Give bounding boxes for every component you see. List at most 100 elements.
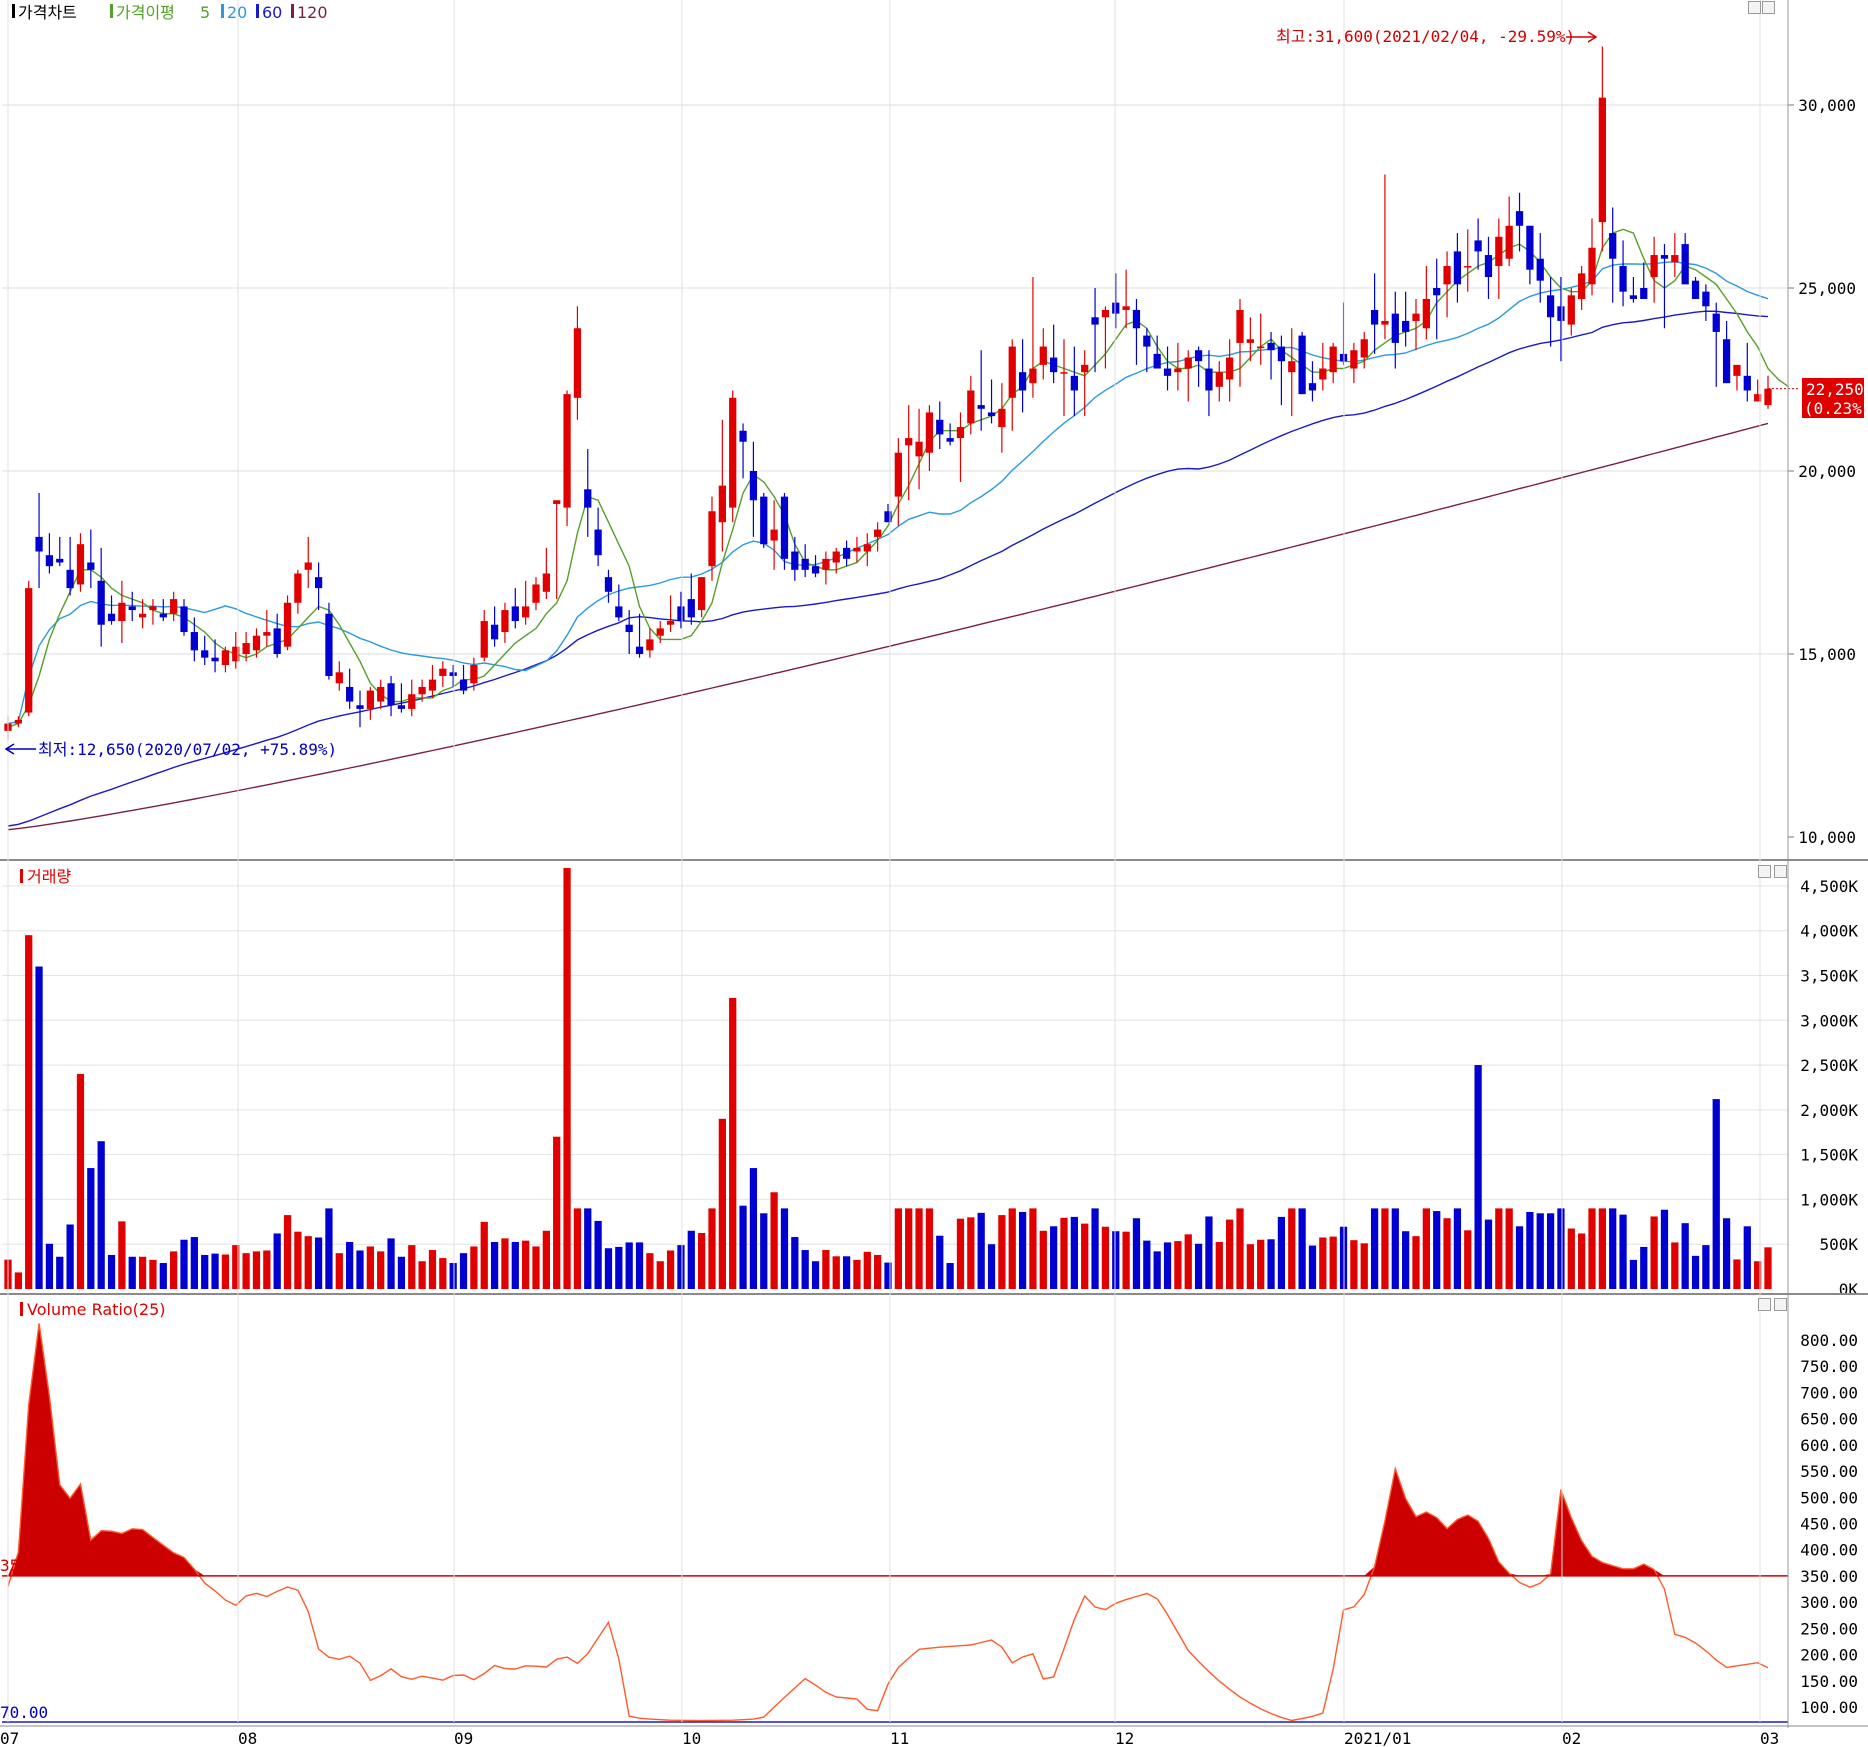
ma60-label[interactable]: 60 (262, 3, 282, 22)
volume-bar (1153, 1251, 1161, 1289)
candle-body (273, 628, 281, 654)
price-axis-tick-label: 20,000 (1798, 462, 1856, 481)
volume-pane-close-button[interactable] (1774, 865, 1787, 878)
volume-bar (128, 1256, 136, 1289)
candle-body (894, 452, 902, 497)
candle-body (1360, 339, 1368, 358)
candle-body (1215, 372, 1223, 387)
ma120-label[interactable]: 120 (297, 3, 328, 22)
ma60-marker (256, 4, 259, 18)
volume-bar (1764, 1247, 1772, 1289)
volume-bar (1018, 1211, 1027, 1289)
candle-body (1536, 258, 1544, 281)
candle-body (1598, 97, 1606, 223)
volume-bar (863, 1251, 871, 1289)
x-axis-tick-label: 12 (1115, 1729, 1134, 1747)
candle-body (149, 606, 157, 611)
volume-bar (1733, 1259, 1741, 1289)
price-axis-tick-label: 30,000 (1798, 96, 1856, 115)
candle-body (1412, 313, 1420, 321)
candle-body (542, 573, 550, 592)
volume-title[interactable]: 거래량 (27, 867, 71, 886)
candle-body (138, 613, 147, 618)
volume-pane: 4,500K 4,000K 3,500K 3,000K 2,500K 2,000K 1,50… (2, 868, 1858, 1299)
volume-bar (1702, 1245, 1710, 1289)
stock-chart: 30,000 25,000 20,000 15,000 10,000 4,500K 4,0… (0, 0, 1868, 1747)
candle-body (1081, 364, 1089, 373)
volume-bar (1329, 1236, 1337, 1289)
volume-bar (925, 1208, 934, 1289)
candle-body (770, 529, 778, 541)
volume-axis-tick-label: 3,500K (1800, 966, 1858, 985)
volume-bar (956, 1218, 965, 1289)
volume-bar (273, 1233, 281, 1289)
price-chart-label[interactable]: 가격차트 (18, 3, 77, 22)
ratio-pane-minimize-button[interactable] (1758, 1298, 1771, 1311)
volume-bar (1226, 1219, 1234, 1289)
candle-body (811, 566, 820, 574)
volume-bar (801, 1250, 809, 1289)
candle-body (1112, 302, 1120, 314)
candle-body (1288, 361, 1296, 373)
ma-label[interactable]: 가격이평 (116, 3, 175, 22)
price-pane-minimize-button[interactable] (1748, 1, 1761, 14)
candle-body (87, 562, 95, 570)
volume-bar (1505, 1208, 1513, 1289)
candle-body (1619, 266, 1627, 292)
candle-body (1629, 295, 1638, 299)
price-pane-close-button[interactable] (1762, 1, 1775, 14)
candle-body (1702, 291, 1710, 307)
candle-body (242, 643, 250, 654)
volume-bar (1029, 1208, 1037, 1289)
volume-bar (107, 1254, 116, 1289)
volume-bar (1050, 1226, 1058, 1289)
volume-pane-minimize-button[interactable] (1758, 865, 1771, 878)
candle-body (1578, 273, 1586, 299)
candle-body (853, 547, 861, 552)
volume-bar (1112, 1231, 1120, 1289)
volume-bar (263, 1250, 271, 1289)
candle-body (801, 558, 809, 570)
ratio-axis-tick-label: 150.00 (1800, 1672, 1858, 1691)
x-axis-tick-label: 2021/01 (1344, 1729, 1411, 1747)
candle-body (905, 438, 913, 446)
candle-body (760, 496, 768, 545)
volume-bar (646, 1253, 654, 1289)
candle-body (1433, 288, 1441, 296)
x-axis-tick-label: 11 (890, 1729, 909, 1747)
volume-bar (1391, 1208, 1399, 1289)
volume-axis-tick-label: 500K (1819, 1235, 1858, 1254)
volume-axis-tick-label: 1,000K (1800, 1190, 1858, 1209)
ratio-axis-tick-label: 800.00 (1800, 1331, 1858, 1350)
candle-body (1764, 388, 1772, 406)
volume-bar (1712, 1099, 1720, 1289)
volume-bar (853, 1259, 861, 1289)
candle-body (1329, 346, 1337, 373)
ratio-axis-tick-label: 450.00 (1800, 1515, 1858, 1534)
candle-body (604, 577, 613, 592)
volume-bar (170, 1251, 178, 1289)
volume-axis-tick-label: 1,500K (1800, 1146, 1858, 1165)
candle-body (687, 599, 695, 618)
volume-bar (56, 1256, 64, 1289)
candle-body (1650, 255, 1658, 278)
volume-bar (511, 1241, 519, 1289)
candle-body (749, 471, 758, 501)
ratio-title[interactable]: Volume Ratio(25) (27, 1300, 166, 1319)
candle-body (418, 686, 426, 695)
volume-bar (698, 1233, 706, 1289)
candle-body (283, 602, 292, 647)
volume-axis-tick-label: 2,000K (1800, 1101, 1858, 1120)
volume-bar (718, 1118, 726, 1289)
x-axis-tick-label: 07 (0, 1729, 19, 1747)
ratio-pane-close-button[interactable] (1774, 1298, 1787, 1311)
chart-legend-marker (12, 4, 15, 18)
candle-body (635, 646, 644, 654)
ma20-label[interactable]: 20 (227, 3, 247, 22)
candle-body (1712, 313, 1720, 332)
candle-body (594, 529, 602, 556)
ratio-axis-tick-label: 750.00 (1800, 1357, 1858, 1376)
candle-body (791, 551, 799, 570)
candle-body (1402, 320, 1410, 332)
ma5-label[interactable]: 5 (200, 3, 210, 22)
